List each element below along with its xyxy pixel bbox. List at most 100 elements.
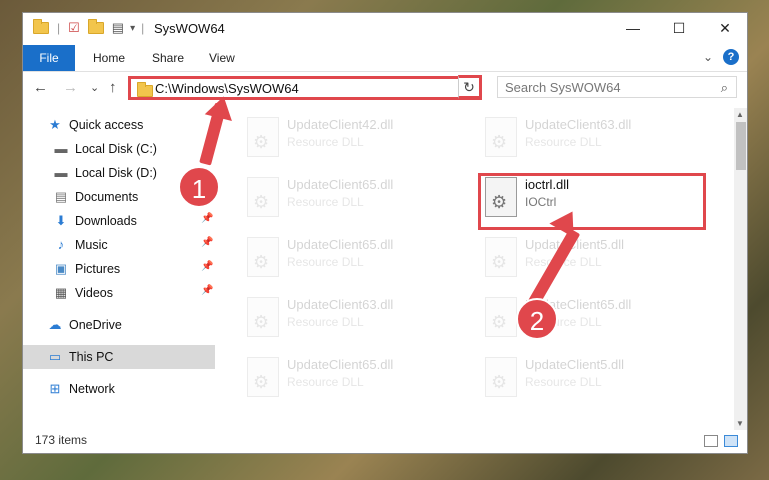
- tab-file[interactable]: File: [23, 45, 75, 71]
- pin-icon[interactable]: 📌: [201, 213, 213, 224]
- address-bar[interactable]: C:\Windows\SysWOW64 ⌄: [128, 76, 482, 100]
- large-icons-view-icon[interactable]: [724, 435, 738, 447]
- close-button[interactable]: ✕: [702, 13, 747, 43]
- forward-button[interactable]: →: [63, 79, 78, 96]
- file-type: Resource DLL: [287, 375, 364, 389]
- file-name: UpdateClient65.dll: [287, 357, 394, 372]
- file-item[interactable]: UpdateClient63.dll Resource DLL: [481, 113, 706, 165]
- toolbar-divider: |: [57, 21, 61, 35]
- tab-home[interactable]: Home: [93, 45, 125, 71]
- item-count: 173 items: [35, 433, 88, 447]
- file-type: Resource DLL: [287, 315, 364, 329]
- star-icon: ★: [49, 117, 61, 132]
- file-type: Resource DLL: [525, 375, 602, 389]
- search-input[interactable]: Search SysWOW64: [505, 80, 621, 95]
- file-name: UpdateClient65.dll: [287, 177, 394, 192]
- ioctrl-highlight-box: [478, 173, 706, 230]
- dll-file-icon: [247, 237, 279, 277]
- sidebar-item-quick-access[interactable]: ★ Quick access: [47, 113, 143, 137]
- sidebar-item-downloads[interactable]: ⬇ Downloads: [53, 209, 137, 233]
- file-item[interactable]: UpdateClient42.dll Resource DLL: [243, 113, 468, 165]
- customize-dropdown-icon[interactable]: ▾: [130, 23, 135, 34]
- search-icon[interactable]: ⌕: [721, 80, 728, 96]
- sidebar-item-label: Downloads: [75, 214, 137, 228]
- expand-ribbon-icon[interactable]: ⌄: [703, 50, 713, 64]
- tab-share[interactable]: Share: [152, 45, 184, 71]
- file-item[interactable]: UpdateClient63.dll Resource DLL: [243, 293, 468, 345]
- file-name: UpdateClient63.dll: [287, 297, 394, 312]
- sidebar-item-label: Local Disk (D:): [75, 166, 157, 180]
- properties-icon[interactable]: ☑: [68, 20, 80, 36]
- callout-badge-1: 1: [178, 166, 220, 208]
- scroll-up-icon[interactable]: ▲: [736, 110, 744, 119]
- sidebar-item-label: OneDrive: [69, 318, 122, 332]
- up-button[interactable]: ↑: [109, 79, 117, 96]
- sidebar-item-network[interactable]: ⊞ Network: [47, 377, 115, 401]
- documents-icon: ▤: [54, 189, 68, 204]
- pin-icon[interactable]: 📌: [201, 237, 213, 248]
- dll-file-icon: [485, 297, 517, 337]
- sidebar-item-music[interactable]: ♪ Music: [53, 233, 108, 257]
- quick-access-toolbar: | ☑ ▤ ▾ |: [33, 19, 145, 36]
- file-item[interactable]: UpdateClient65.dll Resource DLL: [243, 173, 468, 225]
- file-name: UpdateClient42.dll: [287, 117, 394, 132]
- file-type: Resource DLL: [287, 135, 364, 149]
- pin-icon[interactable]: 📌: [201, 261, 213, 272]
- sidebar-item-label: This PC: [69, 350, 114, 364]
- sidebar-item-this-pc[interactable]: ▭ This PC: [47, 345, 114, 369]
- tab-view[interactable]: View: [209, 45, 235, 71]
- title-bar: | ☑ ▤ ▾ | SysWOW64 — ☐ ✕: [23, 13, 747, 43]
- dll-file-icon: [247, 177, 279, 217]
- help-icon[interactable]: ?: [723, 49, 739, 65]
- minimize-button[interactable]: —: [610, 13, 656, 43]
- dll-file-icon: [485, 117, 517, 157]
- sidebar-item-local-disk-c[interactable]: ▬ Local Disk (C:): [53, 137, 157, 161]
- view-options-icon[interactable]: ▤: [112, 20, 124, 36]
- file-name: UpdateClient63.dll: [525, 117, 632, 132]
- downloads-icon: ⬇: [55, 213, 67, 228]
- folder-icon: [33, 19, 49, 34]
- pin-icon[interactable]: 📌: [201, 285, 213, 296]
- sidebar-item-pictures[interactable]: ▣ Pictures: [53, 257, 120, 281]
- scrollbar-thumb[interactable]: [736, 122, 746, 170]
- details-view-icon[interactable]: [704, 435, 718, 447]
- recent-locations-button[interactable]: ⌄: [90, 81, 99, 94]
- sidebar-item-label: Documents: [75, 190, 139, 204]
- network-icon: ⊞: [49, 381, 61, 396]
- address-path[interactable]: C:\Windows\SysWOW64: [155, 81, 299, 96]
- search-box[interactable]: Search SysWOW64 ⌕: [497, 76, 737, 98]
- maximize-button[interactable]: ☐: [656, 13, 702, 43]
- sidebar-item-label: Quick access: [69, 118, 144, 132]
- pictures-icon: ▣: [54, 261, 68, 276]
- explorer-window: | ☑ ▤ ▾ | SysWOW64 — ☐ ✕ File Home Share…: [22, 12, 748, 454]
- navigation-pane: ★ Quick access ▬ Local Disk (C:) ▬ Local…: [23, 113, 215, 433]
- toolbar-divider: |: [141, 21, 145, 35]
- sidebar-item-videos[interactable]: ▦ Videos: [53, 281, 113, 305]
- dll-file-icon: [247, 117, 279, 157]
- file-type: Resource DLL: [287, 195, 364, 209]
- refresh-button[interactable]: ↻: [458, 75, 482, 99]
- sidebar-item-label: Music: [75, 238, 108, 252]
- computer-icon: ▭: [48, 349, 62, 364]
- sidebar-item-local-disk-d[interactable]: ▬ Local Disk (D:): [53, 161, 157, 185]
- new-folder-icon[interactable]: [87, 19, 104, 34]
- ribbon-tabs: File Home Share View ⌄ ?: [23, 45, 747, 72]
- file-item[interactable]: UpdateClient5.dll Resource DLL: [481, 233, 706, 285]
- drive-icon: ▬: [54, 141, 68, 156]
- sidebar-item-documents[interactable]: ▤ Documents: [53, 185, 138, 209]
- sidebar-item-label: Local Disk (C:): [75, 142, 157, 156]
- scroll-down-icon[interactable]: ▼: [736, 419, 744, 428]
- file-item[interactable]: UpdateClient65.dll Resource DLL: [481, 293, 706, 345]
- file-type: Resource DLL: [525, 135, 602, 149]
- back-button[interactable]: ←: [33, 79, 48, 96]
- file-list: UpdateClient42.dll Resource DLL UpdateCl…: [243, 113, 735, 433]
- vertical-scrollbar[interactable]: ▲ ▼: [734, 108, 747, 430]
- dll-file-icon: [247, 357, 279, 397]
- sidebar-item-onedrive[interactable]: ☁ OneDrive: [47, 313, 122, 337]
- sidebar-item-label: Pictures: [75, 262, 121, 276]
- file-item[interactable]: UpdateClient5.dll Resource DLL: [481, 353, 706, 405]
- sidebar-item-label: Videos: [75, 286, 113, 300]
- folder-icon: [137, 82, 153, 97]
- file-item[interactable]: UpdateClient65.dll Resource DLL: [243, 353, 468, 405]
- file-item[interactable]: UpdateClient65.dll Resource DLL: [243, 233, 468, 285]
